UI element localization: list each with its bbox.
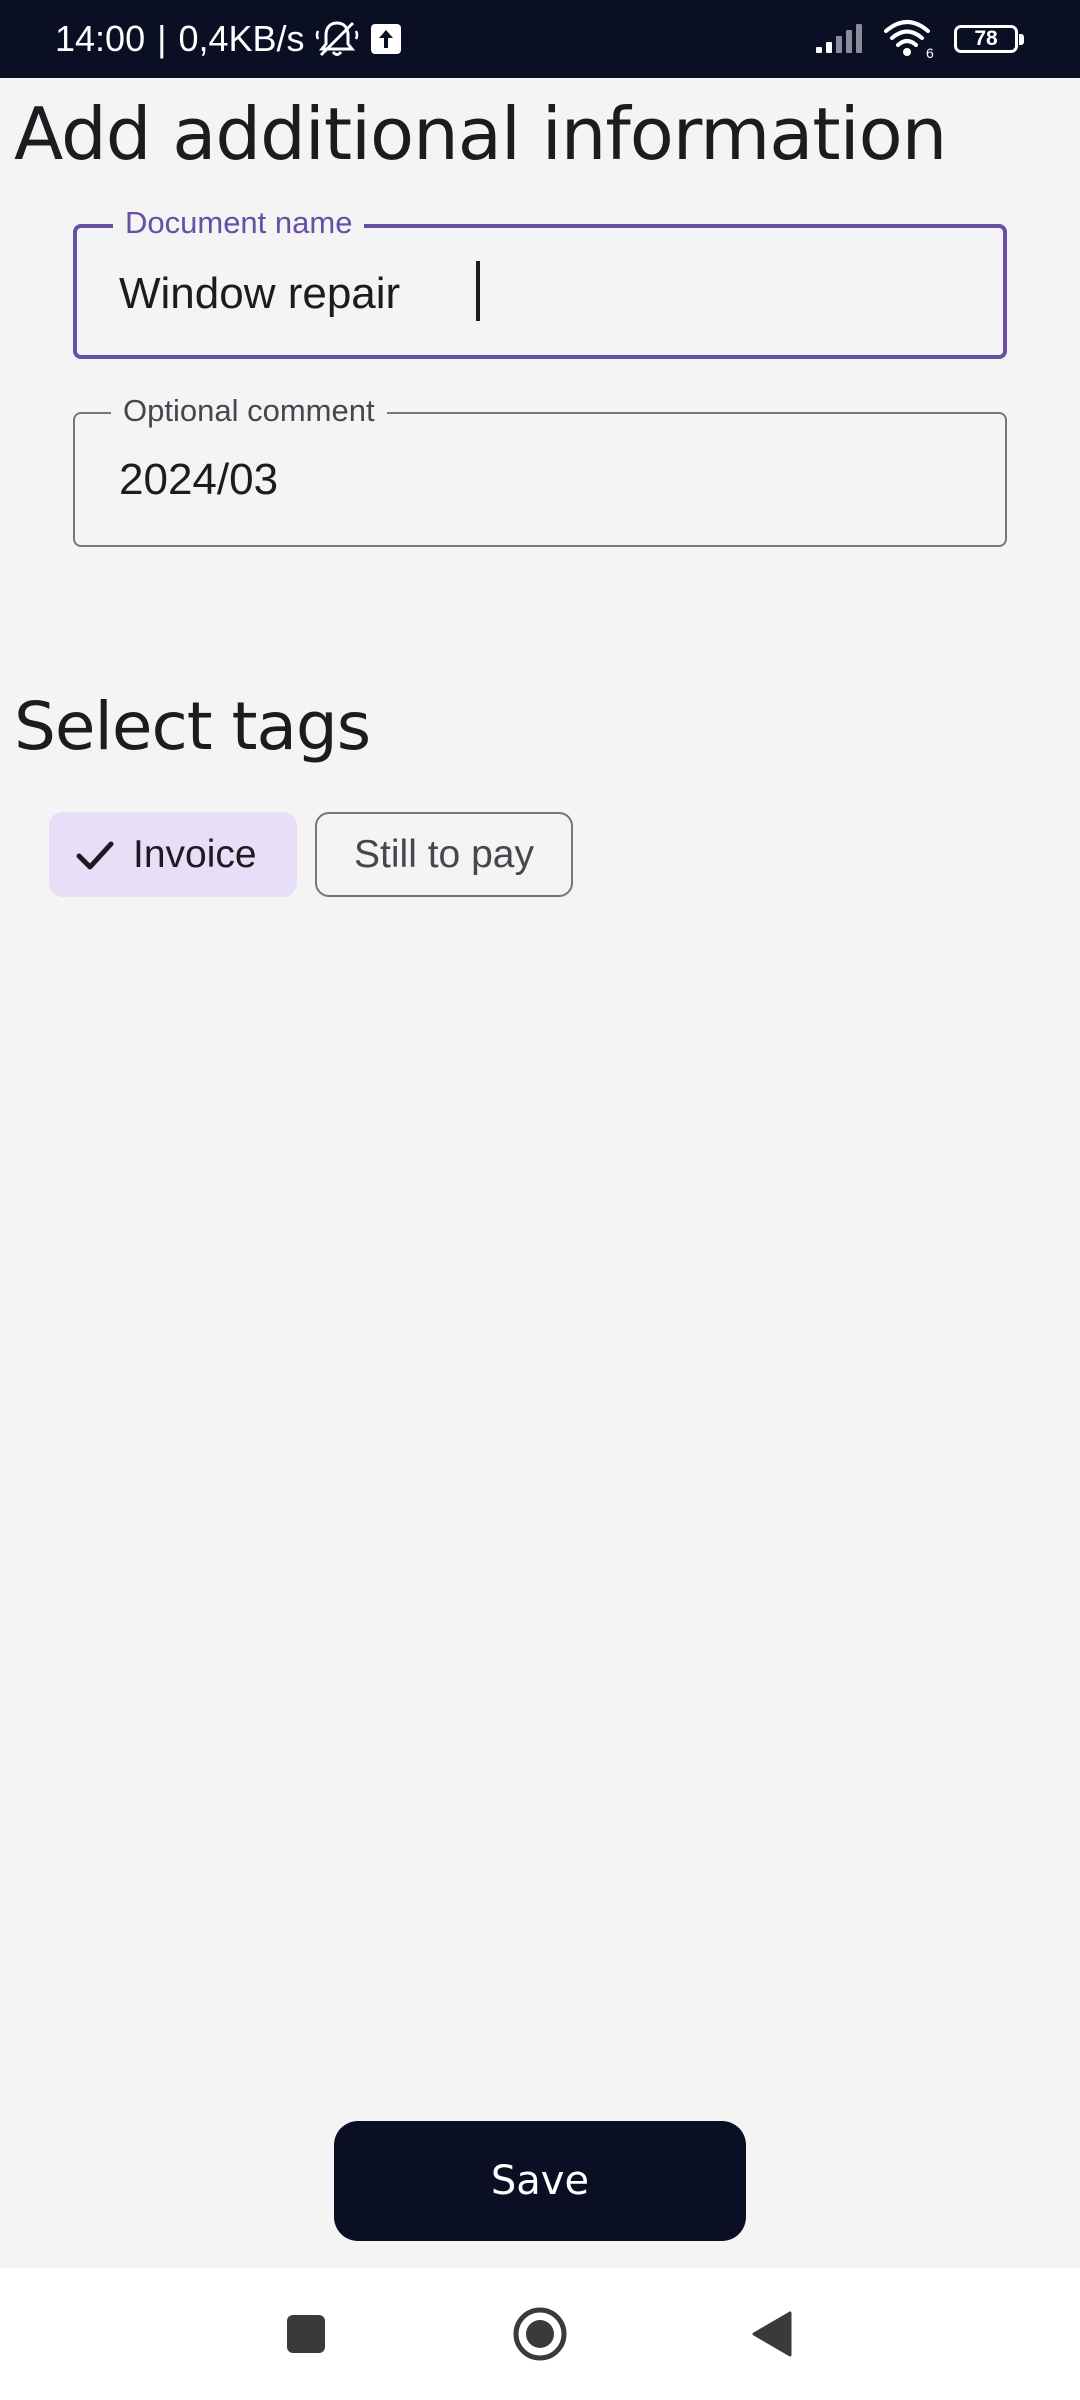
navigation-bar <box>0 2268 1080 2400</box>
text-cursor <box>476 261 480 321</box>
home-icon <box>510 2304 570 2364</box>
status-time: 14:00 <box>55 18 146 59</box>
status-bar-right: 6 78 <box>814 0 1024 78</box>
save-button[interactable]: Save <box>334 2121 746 2241</box>
tag-chip-invoice[interactable]: Invoice <box>49 812 297 897</box>
wifi-icon: 6 <box>882 19 936 59</box>
page-title: Add additional information <box>14 92 947 176</box>
optional-comment-field[interactable]: Optional comment <box>73 392 1007 547</box>
battery-level: 78 <box>974 27 998 50</box>
network-speed: 0,4KB/s <box>178 18 305 59</box>
battery-icon: 78 <box>954 25 1024 53</box>
recent-apps-icon <box>284 2312 328 2356</box>
back-button[interactable] <box>712 2268 832 2400</box>
network-type-label: 6 <box>926 45 934 59</box>
tag-chips: Invoice Still to pay <box>49 812 573 897</box>
tag-chip-still-to-pay[interactable]: Still to pay <box>315 812 573 897</box>
document-name-field[interactable]: Document name <box>73 204 1007 359</box>
status-separator: | <box>157 18 167 59</box>
bell-off-icon <box>315 19 359 59</box>
select-tags-title: Select tags <box>14 688 371 765</box>
status-bar-left: 14:00 | 0,4KB/s <box>55 0 403 78</box>
home-button[interactable] <box>480 2268 600 2400</box>
back-icon <box>750 2309 794 2359</box>
document-name-input[interactable] <box>119 232 973 355</box>
signal-icon <box>814 23 864 55</box>
optional-comment-input[interactable] <box>119 414 975 545</box>
tag-chip-label: Still to pay <box>354 832 534 876</box>
upload-icon <box>369 22 403 56</box>
status-bar: 14:00 | 0,4KB/s 6 78 <box>0 0 1080 78</box>
tag-chip-label: Invoice <box>133 832 257 876</box>
recent-apps-button[interactable] <box>246 2268 366 2400</box>
check-icon <box>73 833 117 877</box>
